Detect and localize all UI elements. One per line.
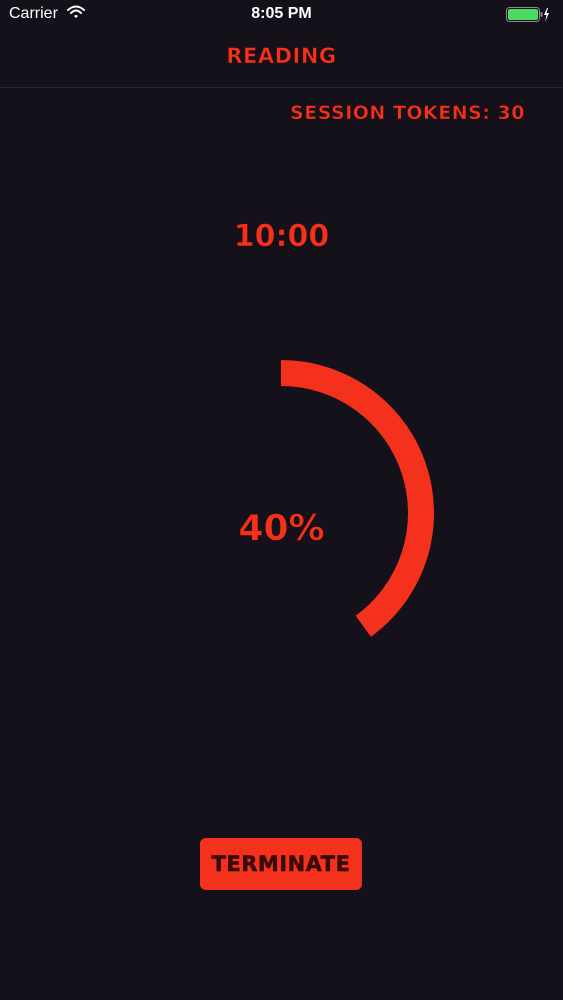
- terminate-button[interactable]: Terminate: [200, 838, 362, 890]
- progress-percent-label: 40%: [238, 508, 325, 550]
- progress-arc: [280, 360, 434, 637]
- terminate-button-label: Terminate: [211, 852, 351, 876]
